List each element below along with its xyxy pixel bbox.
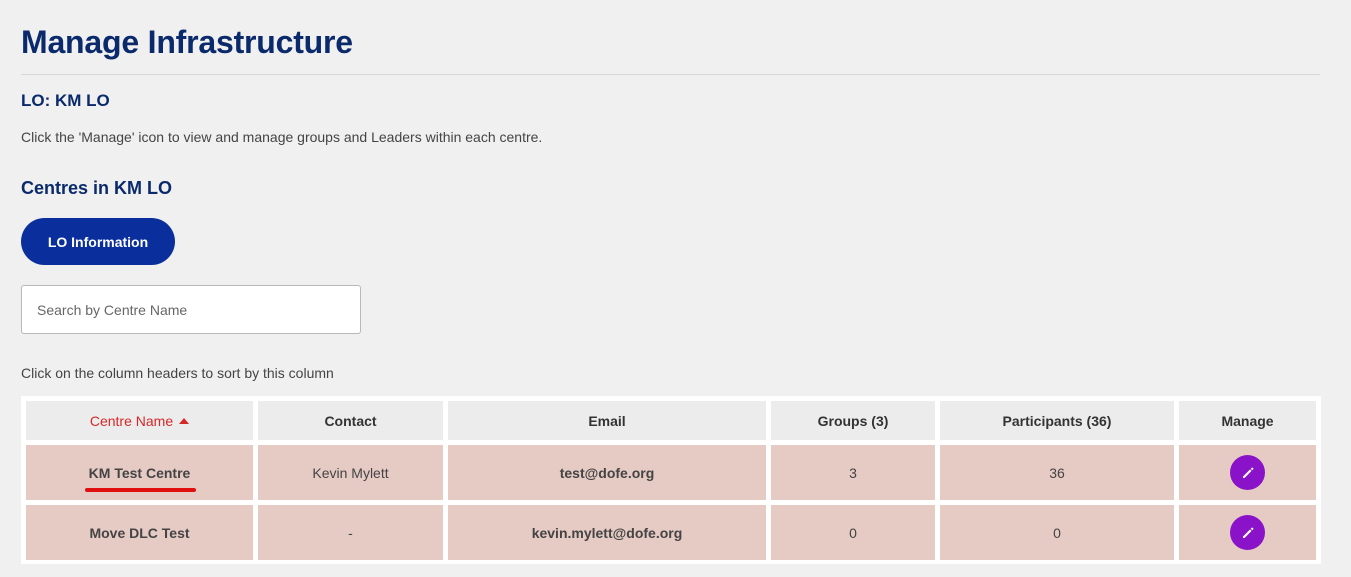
- cell-manage: [1179, 445, 1316, 500]
- cell-email: kevin.mylett@dofe.org: [448, 505, 766, 560]
- lo-heading: LO: KM LO: [21, 91, 110, 110]
- column-header-label: Participants (36): [1002, 412, 1112, 429]
- centre-name-label: KM Test Centre: [88, 464, 191, 481]
- column-header-label: Centre Name: [89, 412, 174, 429]
- cell-contact: Kevin Mylett: [258, 445, 443, 500]
- sort-hint-text: Click on the column headers to sort by t…: [21, 365, 334, 381]
- centres-heading: Centres in KM LO: [21, 178, 173, 198]
- cell-participants: 36: [940, 445, 1174, 500]
- column-header-participants[interactable]: Participants (36): [940, 401, 1174, 440]
- cell-contact: -: [258, 505, 443, 560]
- column-header-centre-name[interactable]: Centre Name: [26, 401, 253, 440]
- column-header-manage: Manage: [1179, 401, 1316, 440]
- page-title: Manage Infrastructure: [21, 24, 353, 60]
- cell-centre-name: KM Test Centre: [26, 445, 253, 500]
- centre-name-text: KM Test Centre: [84, 464, 197, 492]
- lo-information-button[interactable]: LO Information: [21, 218, 175, 265]
- centres-table: Centre Name Contact Email Groups (3) Par…: [21, 396, 1321, 565]
- centres-table-container: Centre Name Contact Email Groups (3) Par…: [21, 396, 1321, 564]
- column-header-label: Manage: [1221, 412, 1274, 429]
- column-header-label: Groups (3): [817, 412, 889, 429]
- cell-groups: 3: [771, 445, 935, 500]
- table-header-row: Centre Name Contact Email Groups (3) Par…: [26, 401, 1316, 440]
- table-row: KM Test Centre Kevin Mylett test@dofe.or…: [26, 445, 1316, 500]
- cell-groups: 0: [771, 505, 935, 560]
- sort-ascending-icon: [179, 417, 190, 424]
- table-row: Move DLC Test - kevin.mylett@dofe.org 0 …: [26, 505, 1316, 560]
- page: Manage Infrastructure LO: KM LO Click th…: [0, 0, 1351, 577]
- cell-participants: 0: [940, 505, 1174, 560]
- title-divider: [21, 74, 1320, 75]
- search-field: [21, 285, 361, 334]
- instructions-text: Click the 'Manage' icon to view and mana…: [21, 129, 543, 145]
- column-header-contact[interactable]: Contact: [258, 401, 443, 440]
- column-header-groups[interactable]: Groups (3): [771, 401, 935, 440]
- search-input[interactable]: [21, 285, 361, 334]
- column-header-email[interactable]: Email: [448, 401, 766, 440]
- column-header-label: Email: [588, 412, 626, 429]
- manage-button[interactable]: [1230, 455, 1265, 490]
- pencil-icon: [1242, 527, 1253, 538]
- cell-centre-name: Move DLC Test: [26, 505, 253, 560]
- manage-button[interactable]: [1230, 515, 1265, 550]
- cell-manage: [1179, 505, 1316, 560]
- annotation-underline: [84, 487, 197, 492]
- column-header-label: Contact: [324, 412, 377, 429]
- pencil-icon: [1242, 467, 1253, 478]
- cell-email: test@dofe.org: [448, 445, 766, 500]
